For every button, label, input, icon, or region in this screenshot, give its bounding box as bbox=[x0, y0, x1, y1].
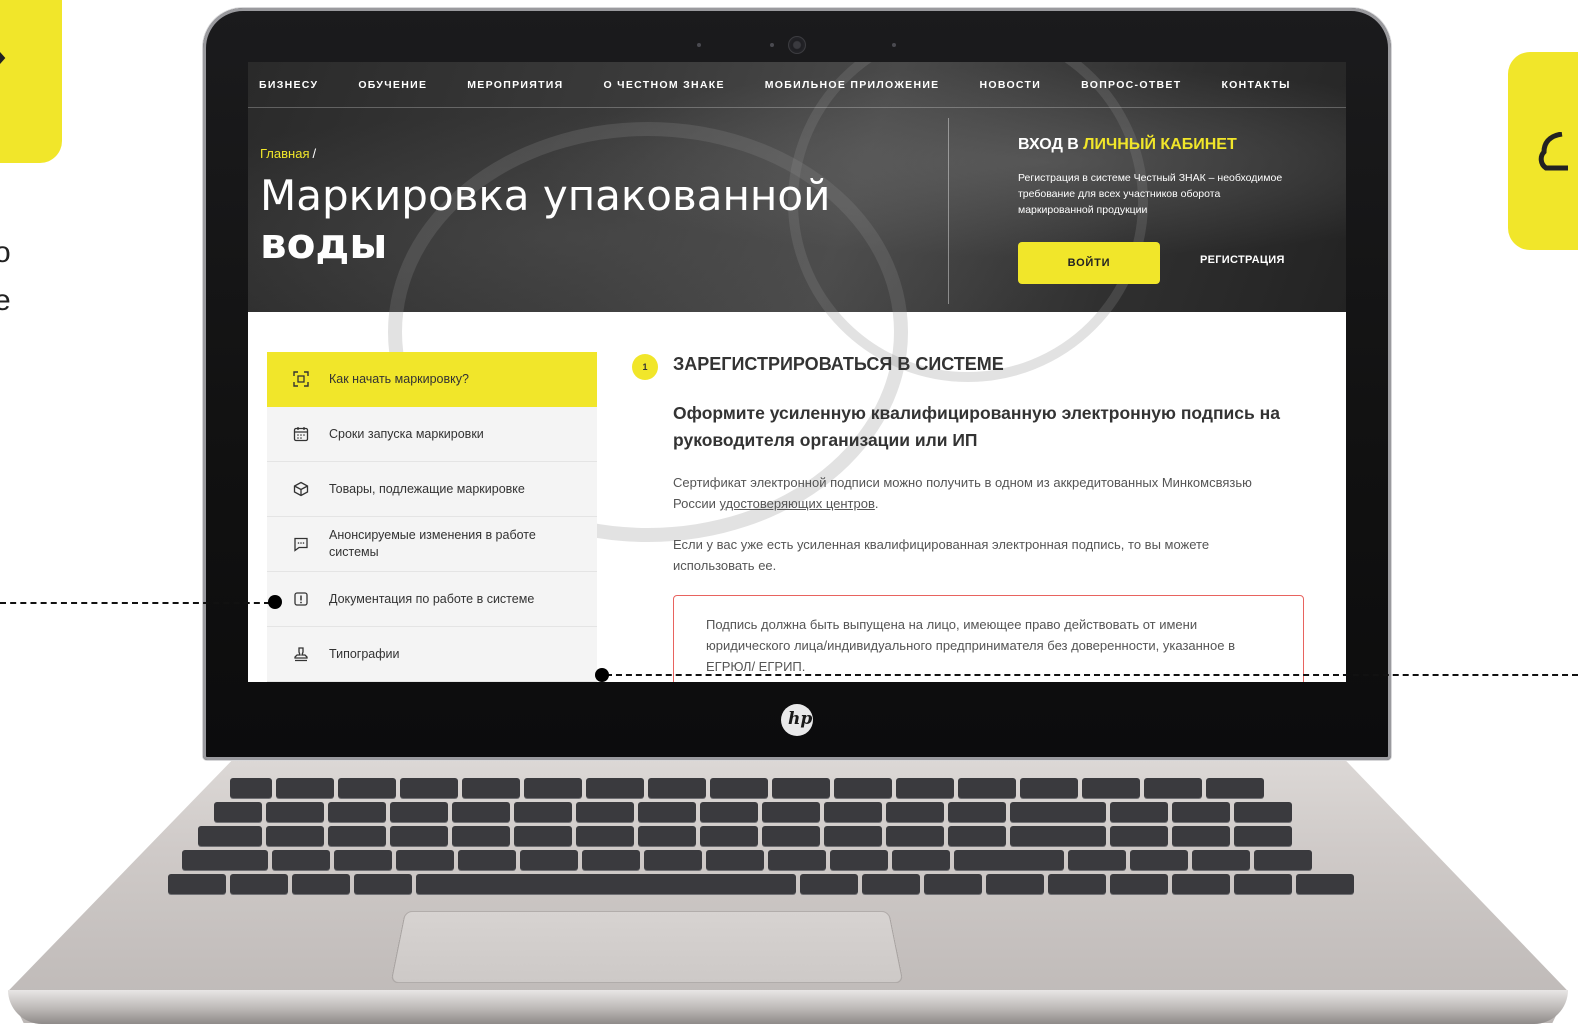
box-icon bbox=[293, 481, 309, 497]
sensor-dot bbox=[770, 43, 774, 47]
calendar-icon bbox=[293, 427, 309, 442]
nav-item-news[interactable]: НОВОСТИ bbox=[979, 79, 1041, 91]
step-title: ЗАРЕГИСТРИРОВАТЬСЯ В СИСТЕМЕ bbox=[673, 354, 1004, 374]
nav-item-about[interactable]: О ЧЕСТНОМ ЗНАКЕ bbox=[603, 79, 724, 91]
alert-icon bbox=[294, 592, 308, 606]
nav-item-contacts[interactable]: КОНТАКТЫ bbox=[1221, 79, 1290, 91]
breadcrumb-separator: / bbox=[312, 146, 317, 161]
register-link[interactable]: РЕГИСТРАЦИЯ bbox=[1200, 254, 1285, 266]
nav-item-education[interactable]: ОБУЧЕНИЕ bbox=[358, 79, 427, 91]
page-title-line2: воды bbox=[260, 219, 388, 268]
login-title-accent: ЛИЧНЫЙ КАБИНЕТ bbox=[1083, 136, 1237, 153]
sidebar-item-launch-dates[interactable]: Сроки запуска маркировки bbox=[267, 407, 597, 462]
nav-item-events[interactable]: МЕРОПРИЯТИЯ bbox=[467, 79, 563, 91]
sidebar-item-documentation[interactable]: Документация по работе в системе bbox=[267, 572, 597, 627]
decor-tile-right bbox=[1508, 52, 1578, 250]
hierarchy-icon bbox=[0, 51, 6, 65]
decor-tile-left bbox=[0, 0, 62, 163]
annotation-line-right bbox=[606, 674, 1578, 676]
annotation-dot-left bbox=[268, 595, 282, 609]
sidebar-item-label: Сроки запуска маркировки bbox=[329, 426, 484, 441]
login-title-prefix: ВХОД В bbox=[1018, 136, 1079, 153]
breadcrumb-home-link[interactable]: Главная bbox=[260, 146, 309, 161]
top-nav: БИЗНЕСУ ОБУЧЕНИЕ МЕРОПРИЯТИЯ О ЧЕСТНОМ З… bbox=[248, 62, 1346, 108]
existing-signature-paragraph: Если у вас уже есть усиленная квалифицир… bbox=[673, 537, 1210, 573]
login-button[interactable]: ВОЙТИ bbox=[1018, 242, 1160, 284]
annotation-line-left bbox=[0, 602, 270, 604]
sensor-dot bbox=[697, 43, 701, 47]
sensor-dot bbox=[892, 43, 896, 47]
page-title: Маркировка упакованной воды bbox=[260, 172, 880, 268]
hero-divider bbox=[948, 118, 949, 304]
sidebar-item-goods[interactable]: Товары, подлежащие маркировке bbox=[267, 462, 597, 517]
warning-box: Подпись должна быть выпущена на лицо, им… bbox=[673, 595, 1304, 682]
stamp-icon bbox=[294, 647, 308, 662]
sidebar-item-printing-houses[interactable]: Типографии bbox=[267, 627, 597, 682]
keyboard bbox=[168, 778, 1428, 894]
sidebar-item-label: Типографии bbox=[329, 646, 400, 661]
laptop-base-edge bbox=[8, 990, 1568, 1024]
laptop-screen: БИЗНЕСУ ОБУЧЕНИЕ МЕРОПРИЯТИЯ О ЧЕСТНОМ З… bbox=[248, 62, 1346, 682]
nav-item-mobile-app[interactable]: МОБИЛЬНОЕ ПРИЛОЖЕНИЕ bbox=[765, 79, 940, 91]
page-title-line1: Маркировка упакованной bbox=[260, 171, 831, 220]
hp-logo: hp bbox=[781, 704, 813, 736]
qr-scan-icon bbox=[293, 371, 309, 387]
step-subtitle: Оформите усиленную квалифицированную эле… bbox=[673, 403, 1280, 450]
sidebar-item-label: Товары, подлежащие маркировке bbox=[329, 481, 525, 496]
sidebar-item-how-to-start[interactable]: Как начать маркировку? bbox=[267, 352, 597, 407]
cropped-text-fragment: е bbox=[0, 284, 11, 317]
cropped-text-fragment: о bbox=[0, 236, 11, 269]
step-number-badge: 1 bbox=[632, 354, 658, 380]
webcam bbox=[788, 36, 806, 54]
login-description: Регистрация в системе Честный ЗНАК – нео… bbox=[1018, 172, 1283, 216]
certificate-text-end: . bbox=[874, 496, 879, 511]
nav-item-business[interactable]: БИЗНЕСУ bbox=[259, 79, 318, 91]
hero-banner: БИЗНЕСУ ОБУЧЕНИЕ МЕРОПРИЯТИЯ О ЧЕСТНОМ З… bbox=[248, 62, 1346, 542]
breadcrumb: Главная / bbox=[260, 146, 316, 161]
certification-centers-link[interactable]: удостоверяющих центров bbox=[719, 496, 874, 511]
warning-text: Подпись должна быть выпущена на лицо, им… bbox=[706, 617, 1235, 674]
sidebar-item-label: Анонсируемые изменения в работе системы bbox=[329, 528, 536, 559]
sidebar-item-label: Документация по работе в системе bbox=[329, 591, 535, 606]
chat-icon bbox=[294, 537, 308, 552]
nav-item-faq[interactable]: ВОПРОС-ОТВЕТ bbox=[1081, 79, 1181, 91]
login-title: ВХОД В ЛИЧНЫЙ КАБИНЕТ bbox=[1018, 136, 1237, 154]
touchpad bbox=[390, 910, 904, 984]
annotation-dot-right bbox=[595, 668, 609, 682]
hand-icon bbox=[1538, 132, 1568, 171]
certificate-paragraph: Сертификат электронной подписи можно пол… bbox=[673, 472, 1293, 514]
sidebar-item-label: Как начать маркировку? bbox=[329, 371, 469, 386]
sidebar-item-announced-changes[interactable]: Анонсируемые изменения в работе системы bbox=[267, 517, 597, 572]
sidebar: Как начать маркировку? Сроки запуска мар… bbox=[267, 352, 597, 682]
